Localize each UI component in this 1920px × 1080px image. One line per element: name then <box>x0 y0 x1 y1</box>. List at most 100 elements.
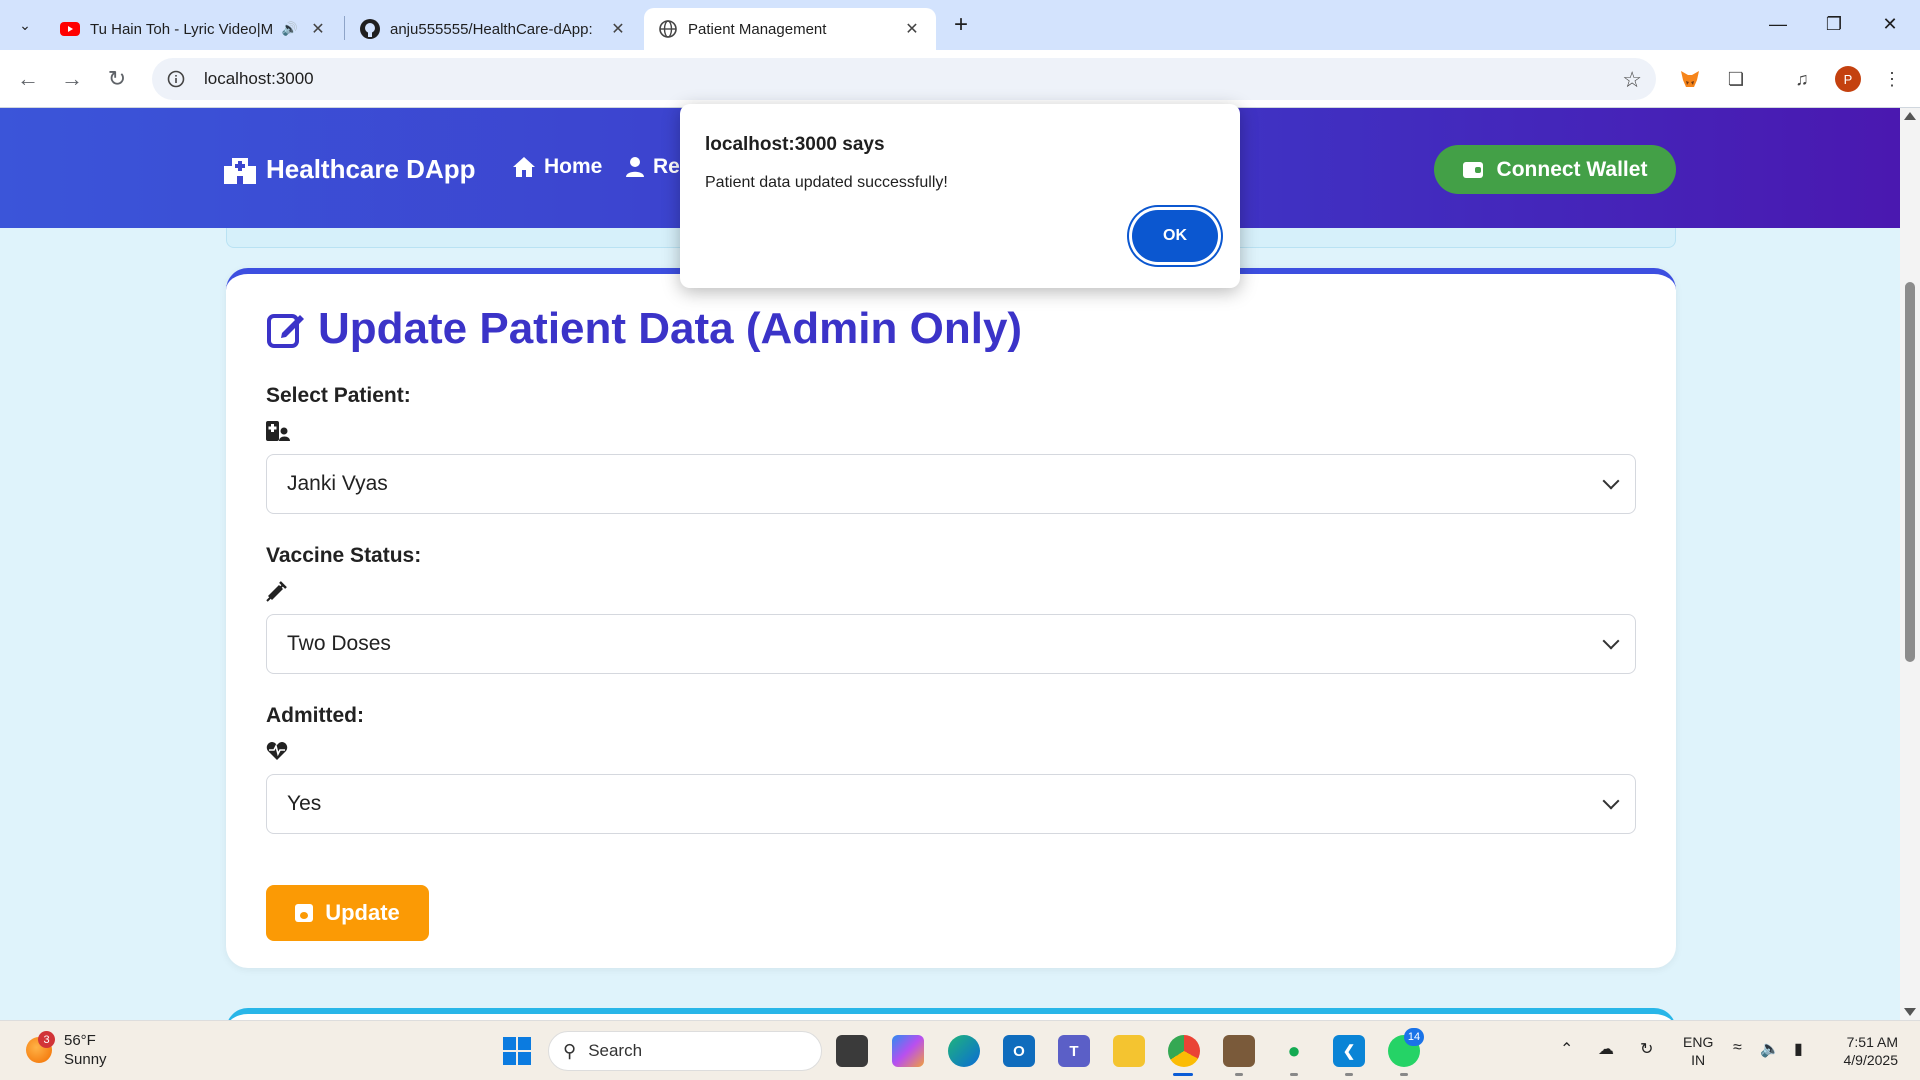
brand-name: Healthcare DApp <box>266 154 476 184</box>
hospital-icon <box>224 157 256 184</box>
tab-title: Patient Management <box>688 20 827 38</box>
bookmark-star-icon[interactable]: ☆ <box>1622 67 1642 93</box>
chevron-down-icon <box>1602 472 1620 490</box>
wifi-icon[interactable]: ≈ <box>1733 1039 1742 1057</box>
language-code: ENG <box>1683 1034 1714 1050</box>
sun-icon: 3 <box>26 1031 55 1063</box>
weather-condition: Sunny <box>64 1051 107 1068</box>
windows-taskbar: 3 56°F Sunny ⚲ Search O T ● ❮ 14 ⌃ ☁ ↻ E… <box>0 1020 1920 1080</box>
speaker-icon[interactable]: 🔊 <box>280 21 300 37</box>
connect-wallet-label: Connect Wallet <box>1496 157 1648 181</box>
clock-date: 4/9/2025 <box>1843 1052 1899 1068</box>
copilot-icon[interactable] <box>892 1035 924 1067</box>
task-view-icon[interactable] <box>836 1035 868 1067</box>
close-icon[interactable]: ✕ <box>308 19 328 39</box>
youtube-icon <box>60 19 80 39</box>
save-icon <box>295 904 314 922</box>
clock[interactable]: 7:51 AM 4/9/2025 <box>1826 1033 1899 1069</box>
windows-start-icon[interactable] <box>503 1037 531 1065</box>
scroll-up-icon[interactable] <box>1904 112 1916 120</box>
home-icon <box>513 157 535 177</box>
tab-patient-management[interactable]: Patient Management ✕ <box>644 8 936 50</box>
show-hidden-icons-icon[interactable]: ⌃ <box>1560 1039 1573 1059</box>
tab-title: Tu Hain Toh - Lyric Video|M <box>90 20 272 38</box>
app-running-indicator <box>1400 1073 1408 1076</box>
address-bar[interactable]: localhost:3000 ☆ <box>152 58 1656 100</box>
volume-icon[interactable]: 🔈 <box>1760 1039 1780 1059</box>
app-box-icon[interactable] <box>1223 1035 1255 1067</box>
card-title: Update Patient Data (Admin Only) <box>266 304 1022 354</box>
update-patient-card: Update Patient Data (Admin Only) Select … <box>226 268 1676 968</box>
profile-avatar[interactable]: P <box>1835 66 1861 92</box>
sync-icon[interactable]: ↻ <box>1640 1039 1653 1059</box>
admitted-value: Yes <box>287 792 322 815</box>
window-close-icon[interactable]: ✕ <box>1862 6 1918 42</box>
clock-time: 7:51 AM <box>1846 1034 1898 1050</box>
site-info-icon[interactable] <box>156 59 196 99</box>
mongodb-icon[interactable]: ● <box>1278 1035 1310 1067</box>
edge-icon[interactable] <box>948 1035 980 1067</box>
weather-badge: 3 <box>38 1031 55 1048</box>
nav-home[interactable]: Home <box>512 155 602 179</box>
file-explorer-icon[interactable] <box>1113 1035 1145 1067</box>
reload-icon[interactable]: ↻ <box>101 63 133 95</box>
tab-search-chevron-icon[interactable]: ⌄ <box>10 11 40 39</box>
media-control-icon[interactable]: ♫ <box>1786 63 1818 95</box>
back-icon[interactable]: ← <box>12 63 44 95</box>
app-running-indicator <box>1235 1073 1243 1076</box>
outlook-icon[interactable]: O <box>1003 1035 1035 1067</box>
select-patient-label: Select Patient: <box>266 384 411 407</box>
battery-icon[interactable]: ▮ <box>1794 1039 1803 1059</box>
metamask-icon[interactable] <box>1674 63 1706 95</box>
new-tab-button[interactable]: + <box>946 10 976 40</box>
vscode-icon[interactable]: ❮ <box>1333 1035 1365 1067</box>
restore-icon[interactable]: ❐ <box>1806 6 1862 42</box>
scroll-down-icon[interactable] <box>1904 1008 1916 1016</box>
scrollbar-thumb[interactable] <box>1905 282 1915 662</box>
weather-temp: 56°F <box>64 1032 96 1049</box>
region-code: IN <box>1691 1052 1706 1068</box>
app-running-indicator <box>1345 1073 1353 1076</box>
update-button[interactable]: Update <box>266 885 429 941</box>
forward-icon[interactable]: → <box>56 63 88 95</box>
chrome-icon[interactable] <box>1168 1035 1200 1067</box>
weather-widget[interactable]: 3 56°F Sunny <box>26 1031 107 1069</box>
wallet-icon <box>1462 161 1483 178</box>
page-scrollbar[interactable] <box>1900 108 1920 1020</box>
url-text[interactable]: localhost:3000 <box>204 69 314 89</box>
teams-icon[interactable]: T <box>1058 1035 1090 1067</box>
tab-title: anju555555/HealthCare-dApp: <box>390 20 593 38</box>
github-icon <box>360 19 380 39</box>
hospital-user-icon <box>266 420 290 442</box>
card-title-text: Update Patient Data (Admin Only) <box>318 304 1023 353</box>
nav-register-label: Re <box>653 155 680 178</box>
close-icon[interactable]: ✕ <box>902 19 922 39</box>
search-icon: ⚲ <box>563 1040 577 1061</box>
chevron-down-icon <box>1602 632 1620 650</box>
patient-select[interactable]: Janki Vyas <box>266 454 1636 514</box>
chrome-active-indicator <box>1173 1073 1193 1076</box>
next-card-top <box>226 1008 1676 1020</box>
heartbeat-icon <box>266 740 290 762</box>
nav-register[interactable]: Re <box>625 155 680 179</box>
dialog-ok-button[interactable]: OK <box>1132 210 1218 262</box>
close-icon[interactable]: ✕ <box>608 19 628 39</box>
tab-youtube[interactable]: Tu Hain Toh - Lyric Video|M 🔊 ✕ <box>46 8 342 50</box>
whatsapp-badge: 14 <box>1404 1028 1424 1046</box>
tab-github[interactable]: anju555555/HealthCare-dApp: ✕ <box>346 8 642 50</box>
vaccine-status-select[interactable]: Two Doses <box>266 614 1636 674</box>
extensions-puzzle-icon[interactable]: ❏ <box>1720 63 1752 95</box>
connect-wallet-button[interactable]: Connect Wallet <box>1434 145 1676 194</box>
dialog-message: Patient data updated successfully! <box>705 174 948 191</box>
vaccine-status-label: Vaccine Status: <box>266 544 422 567</box>
admitted-label: Admitted: <box>266 704 364 727</box>
language-indicator[interactable]: ENG IN <box>1683 1033 1713 1069</box>
onedrive-icon[interactable]: ☁ <box>1598 1039 1614 1059</box>
browser-menu-icon[interactable]: ⋮ <box>1876 63 1908 95</box>
brand[interactable]: Healthcare DApp <box>224 154 476 185</box>
admitted-select[interactable]: Yes <box>266 774 1636 834</box>
taskbar-search[interactable]: ⚲ Search <box>548 1031 822 1071</box>
tab-divider <box>344 16 345 40</box>
minimize-icon[interactable]: — <box>1750 6 1806 42</box>
dialog-title: localhost:3000 says <box>705 134 885 155</box>
